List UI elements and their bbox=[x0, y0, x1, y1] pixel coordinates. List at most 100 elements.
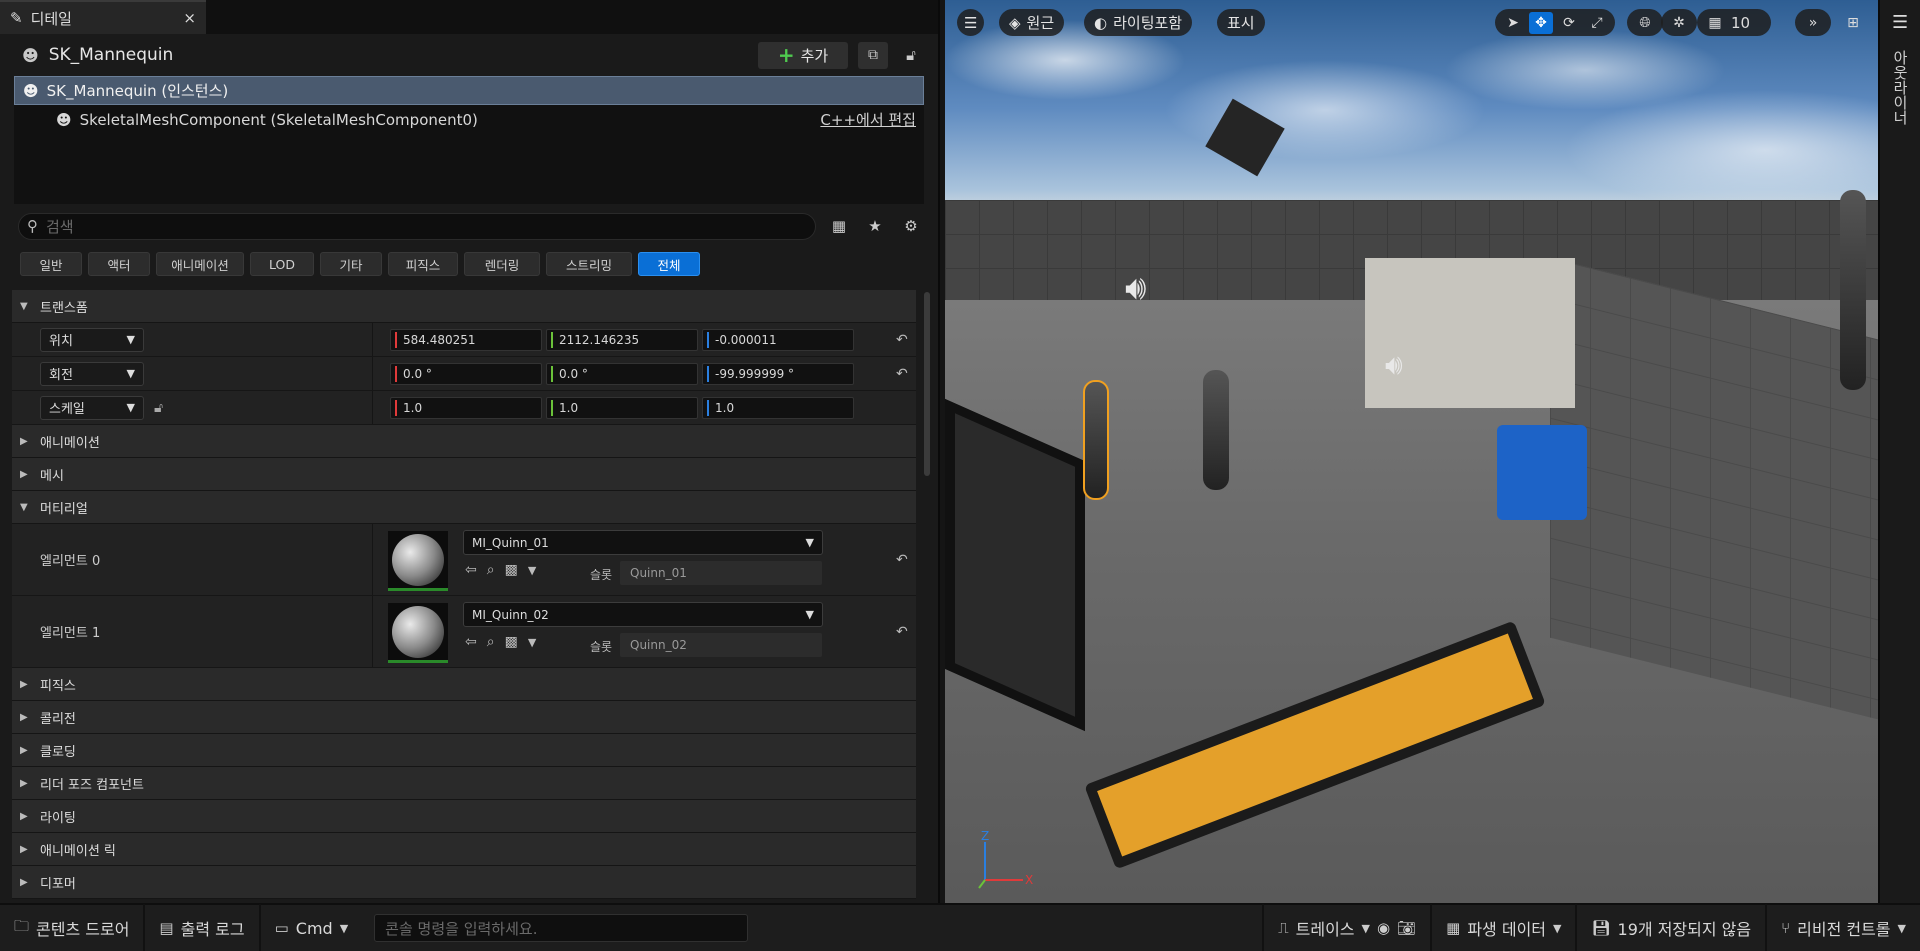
tab-details[interactable]: ✎ 디테일 × bbox=[0, 0, 206, 34]
select-arrow-icon[interactable]: ➤ bbox=[1501, 12, 1525, 34]
material-thumbnail[interactable] bbox=[388, 603, 448, 663]
content-drawer-button[interactable]: 🗀︎ 콘텐츠 드로어 bbox=[0, 904, 146, 951]
mannequin-selected[interactable] bbox=[1083, 380, 1109, 500]
category-mesh[interactable]: ▶ 메시 bbox=[12, 458, 916, 491]
reset-icon[interactable]: ↶ bbox=[896, 552, 908, 568]
blueprint-icon[interactable]: ⧉ bbox=[858, 41, 888, 69]
lock-icon[interactable]: 🔓︎ bbox=[898, 42, 924, 69]
scale-row: 스케일 ▼ 🔓︎ 1.0 1.0 1.0 bbox=[12, 391, 916, 425]
chevron-down-icon[interactable]: ▼ bbox=[528, 564, 536, 577]
gear-icon[interactable]: ⚙ bbox=[898, 213, 924, 240]
perspective-button[interactable]: ◈ 원근 bbox=[999, 9, 1065, 36]
rotation-x-field[interactable]: 0.0 ° bbox=[390, 362, 542, 385]
reset-icon[interactable]: ↶ bbox=[896, 332, 908, 348]
view-mode-button[interactable]: ◐ 라이팅포함 bbox=[1084, 9, 1193, 36]
add-component-button[interactable]: + 추가 bbox=[758, 41, 848, 69]
search-input[interactable]: ⚲ 검색 bbox=[18, 212, 816, 240]
rotation-z-field[interactable]: -99.999999 ° bbox=[702, 362, 854, 385]
level-viewport[interactable]: 🔊︎ 🔊︎ Z X ☰ ◈ 원근 ◐ 라이팅포함 표시 ➤ ✥ ⟳ ⤢ 🌐︎ ✲… bbox=[945, 0, 1878, 903]
list-icon[interactable]: ☰ bbox=[1892, 12, 1908, 33]
scale-y-field[interactable]: 1.0 bbox=[546, 396, 698, 419]
console-input[interactable]: 콘솔 명령을 입력하세요. bbox=[374, 914, 749, 942]
category-animation[interactable]: ▶ 애니메이션 bbox=[12, 425, 916, 458]
location-y-field[interactable]: 2112.146235 bbox=[546, 328, 698, 351]
derived-data-dropdown[interactable]: ▦ 파생 데이터 ▼ bbox=[1430, 904, 1575, 951]
tree-item-skeletal-mesh[interactable]: ☻ SkeletalMeshComponent (SkeletalMeshCom… bbox=[14, 105, 924, 134]
filter-actor[interactable]: 액터 bbox=[88, 252, 150, 276]
category-leader-pose[interactable]: ▶ 리더 포즈 컴포넌트 bbox=[12, 767, 916, 800]
category-transform[interactable]: ▼ 트랜스폼 bbox=[12, 290, 916, 323]
checker-icon[interactable]: ▩ bbox=[505, 562, 518, 578]
blue-cube[interactable] bbox=[1497, 425, 1587, 520]
material-picker[interactable]: MI_Quinn_02 ▼ bbox=[463, 602, 823, 627]
grid-snap[interactable]: ▦ 10 bbox=[1697, 9, 1771, 36]
category-material[interactable]: ▼ 머티리얼 bbox=[12, 491, 916, 524]
rotation-dropdown[interactable]: 회전 ▼ bbox=[40, 361, 144, 386]
category-physics[interactable]: ▶ 피직스 bbox=[12, 668, 916, 701]
surface-snap-icon[interactable]: ✲ bbox=[1667, 12, 1691, 34]
scale-x-field[interactable]: 1.0 bbox=[390, 396, 542, 419]
category-label: 콜리전 bbox=[40, 711, 76, 727]
filter-general[interactable]: 일반 bbox=[20, 252, 82, 276]
close-icon[interactable]: × bbox=[183, 9, 196, 27]
show-button[interactable]: 표시 bbox=[1217, 9, 1265, 36]
location-dropdown[interactable]: 위치 ▼ bbox=[40, 327, 144, 352]
revision-control-dropdown[interactable]: ⑂ 리비전 컨트롤 ▼ bbox=[1765, 904, 1920, 951]
use-selected-icon[interactable]: ⇦ bbox=[465, 562, 477, 578]
filter-physics[interactable]: 피직스 bbox=[388, 252, 458, 276]
star-icon[interactable]: ★ bbox=[862, 213, 888, 240]
edit-in-cpp-link[interactable]: C++에서 편집 bbox=[820, 109, 916, 130]
double-chevron-icon[interactable]: » bbox=[1801, 12, 1825, 34]
browse-icon[interactable]: ⌕ bbox=[487, 562, 495, 578]
slot-name-field[interactable]: Quinn_01 bbox=[620, 561, 822, 585]
browse-icon[interactable]: ⌕ bbox=[487, 634, 495, 650]
trace-dropdown[interactable]: ⎍ 트레이스 ▼ ◉ 📷︎ bbox=[1262, 904, 1430, 951]
checker-icon[interactable]: ▩ bbox=[505, 634, 518, 650]
chevron-down-icon[interactable]: ▼ bbox=[528, 636, 536, 649]
tree-item-root[interactable]: ☻ SK_Mannequin (인스턴스) bbox=[14, 76, 924, 105]
rotate-icon[interactable]: ⟳ bbox=[1557, 12, 1581, 34]
filter-all[interactable]: 전체 bbox=[638, 252, 700, 276]
speaker-icon[interactable]: 🔊︎ bbox=[1125, 268, 1146, 308]
mannequin[interactable] bbox=[1840, 190, 1866, 390]
category-deformer[interactable]: ▶ 디포머 bbox=[12, 866, 916, 899]
outliner-tab[interactable]: 아웃라이너 bbox=[1890, 50, 1911, 125]
cmd-dropdown[interactable]: ▭ Cmd ▼ bbox=[261, 904, 363, 951]
location-x-field[interactable]: 584.480251 bbox=[390, 328, 542, 351]
rotation-label: 회전 bbox=[49, 368, 73, 383]
output-log-button[interactable]: ▤ 출력 로그 bbox=[145, 904, 261, 951]
globe-icon[interactable]: 🌐︎ bbox=[1633, 12, 1657, 34]
use-selected-icon[interactable]: ⇦ bbox=[465, 634, 477, 650]
speaker-icon[interactable]: 🔊︎ bbox=[1385, 348, 1403, 382]
rotation-y-field[interactable]: 0.0 ° bbox=[546, 362, 698, 385]
reset-icon[interactable]: ↶ bbox=[896, 624, 908, 640]
lock-icon[interactable]: 🔓︎ bbox=[154, 400, 163, 416]
filter-lod[interactable]: LOD bbox=[250, 252, 314, 276]
category-clothing[interactable]: ▶ 클로딩 bbox=[12, 734, 916, 767]
move-icon[interactable]: ✥ bbox=[1529, 11, 1553, 34]
scale-z-field[interactable]: 1.0 bbox=[702, 396, 854, 419]
category-lighting[interactable]: ▶ 라이팅 bbox=[12, 800, 916, 833]
scale-dropdown[interactable]: 스케일 ▼ bbox=[40, 395, 144, 420]
category-anim-rig[interactable]: ▶ 애니메이션 릭 bbox=[12, 833, 916, 866]
location-z-field[interactable]: -0.000011 bbox=[702, 328, 854, 351]
screenshot-icon[interactable]: 📷︎ bbox=[1397, 919, 1416, 937]
filter-rendering[interactable]: 렌더링 bbox=[464, 252, 540, 276]
filter-animation[interactable]: 애니메이션 bbox=[156, 252, 244, 276]
slot-name-field[interactable]: Quinn_02 bbox=[620, 633, 822, 657]
material-thumbnail[interactable] bbox=[388, 531, 448, 591]
layout-grid-icon[interactable]: ⊞ bbox=[1841, 12, 1865, 34]
material-picker[interactable]: MI_Quinn_01 ▼ bbox=[463, 530, 823, 555]
scale-icon[interactable]: ⤢ bbox=[1585, 12, 1609, 34]
filter-misc[interactable]: 기타 bbox=[320, 252, 382, 276]
reset-icon[interactable]: ↶ bbox=[896, 366, 908, 382]
mannequin[interactable] bbox=[1203, 370, 1229, 490]
record-icon[interactable]: ◉ bbox=[1377, 919, 1390, 937]
filter-streaming[interactable]: 스트리밍 bbox=[546, 252, 632, 276]
actor-header: ☻ SK_Mannequin + 추가 ⧉ 🔓︎ bbox=[0, 34, 938, 76]
unsaved-button[interactable]: 💾︎ 19개 저장되지 않음 bbox=[1575, 904, 1765, 951]
category-collision[interactable]: ▶ 콜리전 bbox=[12, 701, 916, 734]
details-scrollbar[interactable] bbox=[924, 290, 932, 902]
viewport-menu-button[interactable]: ☰ bbox=[957, 9, 985, 36]
table-view-icon[interactable]: ▦ bbox=[826, 213, 852, 240]
